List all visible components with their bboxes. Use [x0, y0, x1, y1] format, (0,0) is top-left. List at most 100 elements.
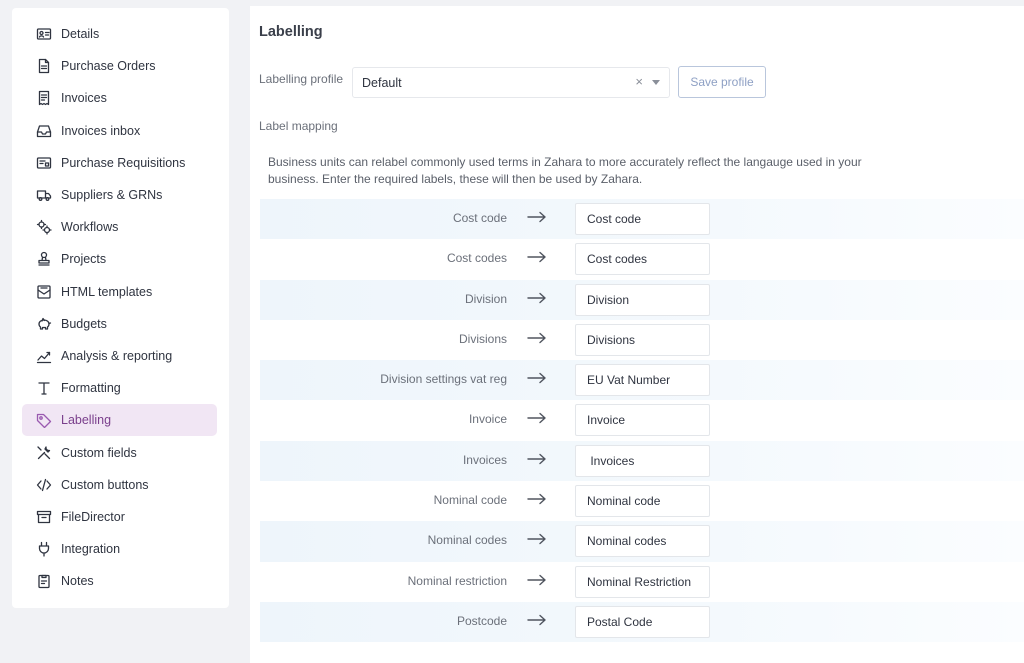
source-term-label: Divisions — [458, 331, 507, 346]
arrow-right-icon — [527, 572, 547, 588]
sidebar-item-label: Integration — [61, 542, 121, 557]
sidebar-item-analysis-reporting[interactable]: Analysis & reporting — [22, 340, 217, 372]
source-term-label: Invoices — [462, 452, 507, 467]
label-mapping-row: Nominal restriction — [260, 562, 1024, 602]
target-label-input[interactable] — [575, 485, 710, 518]
target-label-input[interactable] — [575, 203, 710, 235]
plug-icon — [36, 541, 52, 557]
sidebar-item-label: Purchase Requisitions — [61, 155, 186, 170]
sidebar-item-label: Workflows — [61, 220, 119, 235]
source-term-label: Invoice — [468, 412, 507, 427]
page-title: Labelling — [259, 24, 323, 40]
sidebar-item-details[interactable]: Details — [22, 18, 217, 50]
sidebar-item-workflows[interactable]: Workflows — [22, 211, 217, 243]
arrow-right-icon — [527, 330, 547, 346]
receipt-icon — [36, 90, 52, 106]
label-mapping-description: Business units can relabel commonly used… — [268, 155, 862, 186]
label-mapping-row: Invoices — [260, 440, 1024, 482]
sidebar-item-custom-fields[interactable]: Custom fields — [22, 437, 217, 469]
sidebar-item-filedirector[interactable]: FileDirector — [22, 501, 217, 533]
inbox-icon — [36, 123, 52, 139]
sidebar-item-custom-buttons[interactable]: Custom buttons — [22, 469, 217, 501]
sidebar-item-label: Invoices inbox — [61, 123, 141, 138]
sidebar-item-purchase-orders[interactable]: Purchase Orders — [22, 50, 217, 82]
arrow-right-icon — [527, 451, 547, 467]
labelling-profile-value: Default — [362, 75, 402, 90]
sidebar-item-label: Custom fields — [61, 445, 137, 460]
archive-icon — [36, 509, 52, 525]
label-mapping-heading: Label mapping — [259, 119, 338, 133]
target-label-input[interactable] — [575, 565, 710, 598]
target-label-input[interactable] — [575, 323, 710, 356]
arrow-right-icon — [527, 491, 547, 507]
label-mapping-row: Postcode — [260, 601, 1024, 643]
main-panel: Labelling Labelling profile Default × Sa… — [250, 6, 1024, 663]
arrow-right-icon — [527, 290, 547, 306]
target-label-input[interactable] — [575, 243, 710, 276]
sidebar-item-label: FileDirector — [61, 510, 125, 524]
stamp-icon — [36, 251, 52, 267]
sidebar-item-purchase-requisitions[interactable]: Purchase Requisitions — [22, 147, 217, 179]
sidebar-item-label: Budgets — [61, 316, 107, 331]
sidebar-item-label: Analysis & reporting — [61, 349, 173, 363]
sidebar-item-label: HTML templates — [61, 284, 153, 299]
sidebar-item-label: Notes — [61, 574, 94, 589]
target-label-input[interactable] — [575, 605, 710, 638]
source-term-label: Nominal restriction — [407, 573, 507, 588]
sidebar-item-invoices[interactable]: Invoices — [22, 82, 217, 114]
source-term-label: Division — [464, 291, 507, 306]
chevron-down-icon[interactable] — [652, 80, 660, 85]
sidebar-item-html-templates[interactable]: HTML templates — [22, 276, 217, 308]
sidebar: Details Purchase Orders Invoices Invoices i… — [12, 8, 229, 608]
source-term-label: Division settings vat reg — [380, 372, 507, 387]
arrow-right-icon — [527, 209, 547, 225]
mail-template-icon — [36, 284, 52, 300]
label-mapping-list: Cost code Cost codes Division Divisions Divi… — [260, 199, 1024, 643]
source-term-label: Nominal codes — [427, 533, 507, 548]
source-term-label: Nominal code — [433, 493, 507, 508]
gears-icon — [36, 219, 52, 235]
target-label-input[interactable] — [575, 404, 710, 437]
sidebar-item-labelling[interactable]: Labelling — [22, 404, 217, 437]
target-label-input[interactable] — [575, 525, 710, 558]
sidebar-item-label: Invoices — [61, 91, 107, 106]
arrow-right-icon — [527, 410, 547, 426]
arrow-right-icon — [527, 612, 547, 628]
sidebar-item-projects[interactable]: Projects — [22, 243, 217, 275]
target-label-input[interactable] — [575, 283, 710, 316]
label-mapping-row: Nominal code — [260, 481, 1024, 521]
label-mapping-row: Cost codes — [260, 239, 1024, 279]
chart-icon — [36, 348, 52, 364]
clear-icon[interactable]: × — [635, 74, 643, 89]
arrow-right-icon — [527, 531, 547, 547]
sidebar-item-invoices-inbox[interactable]: Invoices inbox — [22, 115, 217, 147]
clipboard-icon — [36, 573, 52, 589]
labelling-profile-select[interactable]: Default × — [352, 67, 670, 98]
source-term-label: Cost codes — [446, 251, 507, 266]
sidebar-item-integration[interactable]: Integration — [22, 533, 217, 565]
tools-icon — [36, 445, 52, 461]
tag-icon — [36, 412, 52, 429]
id-card-icon — [36, 26, 52, 42]
labelling-profile-label: Labelling profile — [259, 72, 344, 86]
sidebar-item-label: Purchase Orders — [61, 59, 156, 74]
sidebar-item-label: Formatting — [61, 381, 121, 396]
source-term-label: Cost code — [452, 211, 507, 225]
truck-icon — [36, 187, 52, 203]
save-profile-button[interactable]: Save profile — [678, 66, 766, 98]
target-label-input[interactable] — [575, 444, 710, 477]
arrow-right-icon — [527, 249, 547, 265]
sidebar-item-formatting[interactable]: Formatting — [22, 372, 217, 404]
source-term-label: Postcode — [456, 613, 507, 628]
requisition-icon — [36, 155, 52, 171]
target-label-input[interactable] — [575, 364, 710, 397]
sidebar-item-notes[interactable]: Notes — [22, 565, 217, 597]
arrow-right-icon — [527, 370, 547, 386]
sidebar-item-suppliers-grns[interactable]: Suppliers & GRNs — [22, 179, 217, 211]
label-mapping-row: Divisions — [260, 320, 1024, 360]
sidebar-item-label: Details — [61, 27, 100, 41]
label-mapping-row: Nominal codes — [260, 521, 1024, 562]
sidebar-item-label: Labelling — [61, 413, 112, 428]
sidebar-item-budgets[interactable]: Budgets — [22, 308, 217, 340]
label-mapping-row: Cost code — [260, 199, 1024, 240]
